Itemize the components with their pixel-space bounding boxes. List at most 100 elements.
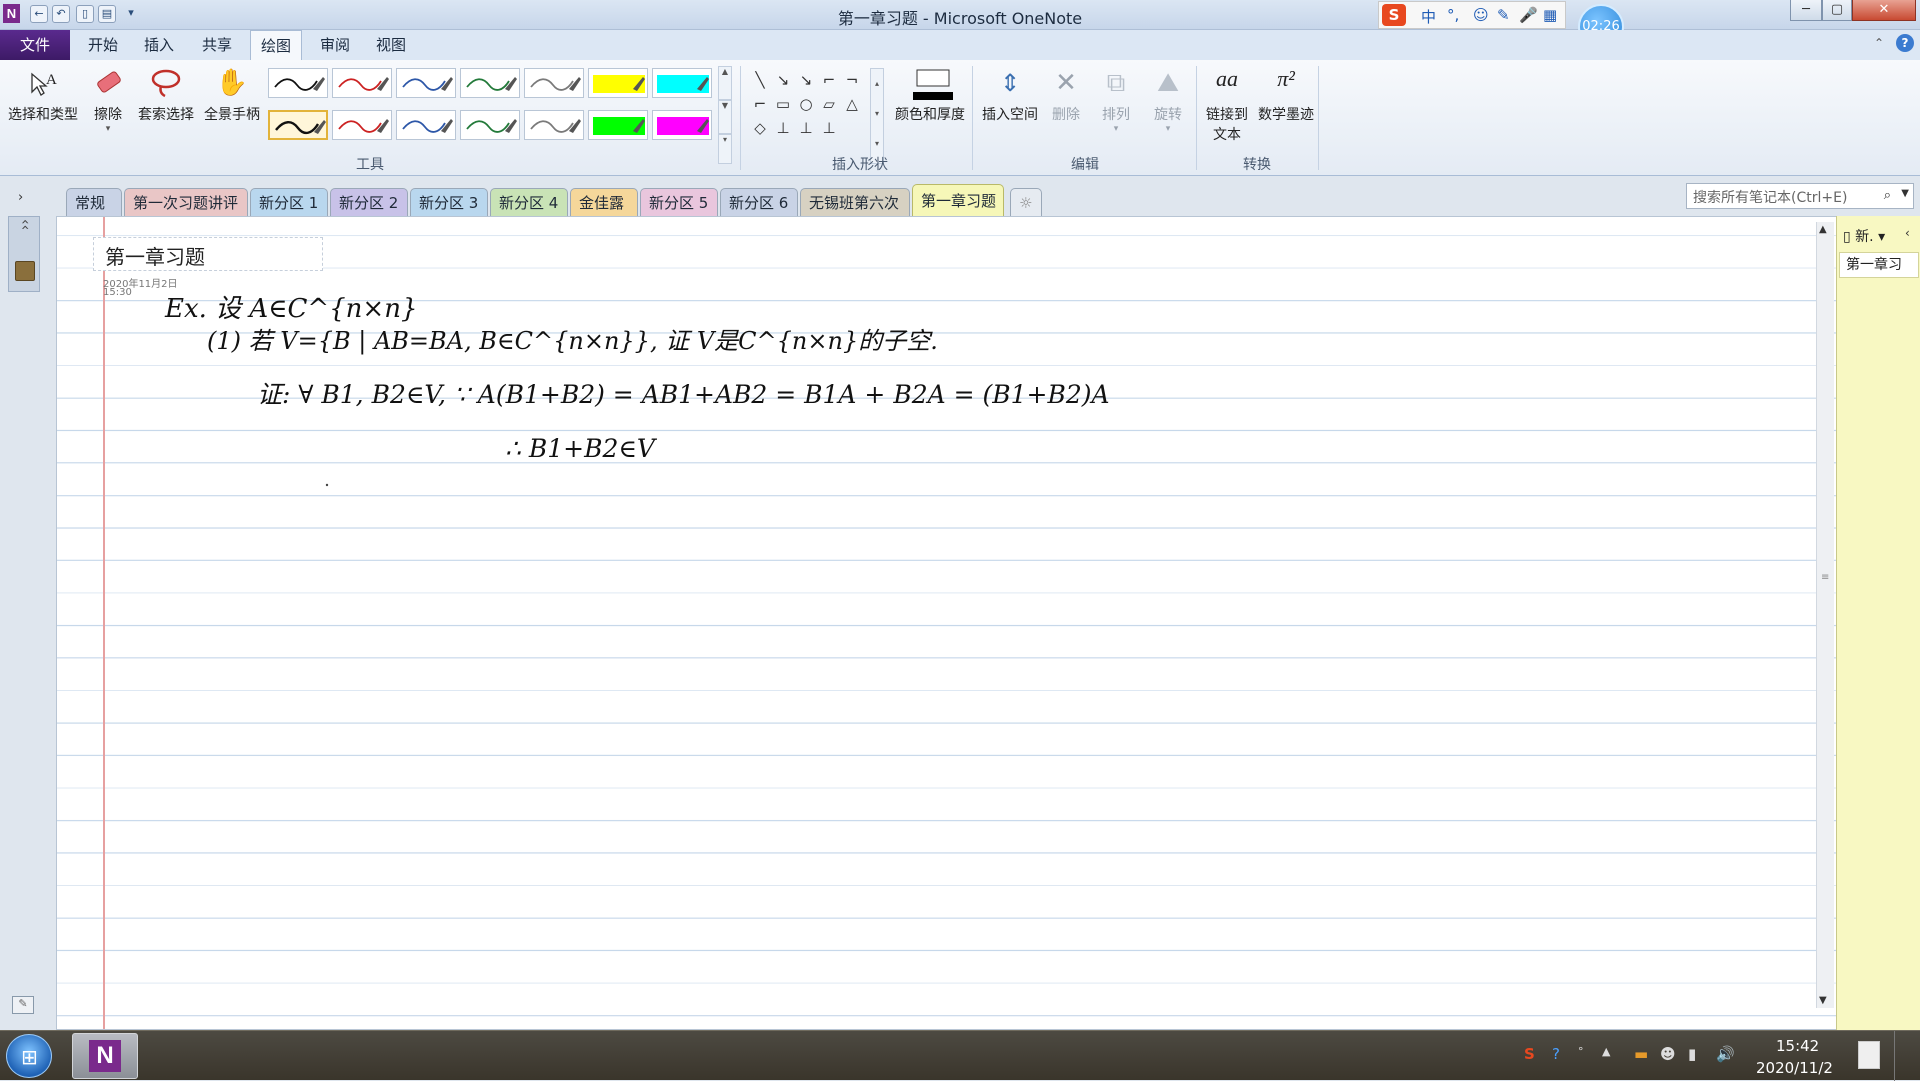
arrange-button[interactable]: ⧉ 排列 ▾	[1096, 66, 1136, 134]
shape-option[interactable]: ⊥	[796, 118, 816, 138]
shape-option[interactable]: ⌐	[750, 94, 770, 114]
close-button[interactable]: ✕	[1852, 0, 1916, 21]
restore-button[interactable]: ▢	[1822, 0, 1852, 21]
highlighter-pen[interactable]	[588, 68, 648, 98]
gallery-scroll-up[interactable]: ▲	[718, 66, 732, 100]
gallery-more[interactable]: ▾	[718, 134, 732, 164]
section-tab[interactable]: 第一次习题讲评	[124, 188, 248, 216]
ink-pen[interactable]	[332, 68, 392, 98]
search-scope-dropdown-icon[interactable]: ▼	[1901, 188, 1909, 199]
new-page-dropdown-icon[interactable]: ▾	[1878, 229, 1885, 245]
tab-draw[interactable]: 绘图	[250, 30, 303, 60]
shape-option[interactable]: △	[842, 94, 862, 114]
tab-insert[interactable]: 插入	[134, 30, 184, 60]
scroll-thumb[interactable]: ≡	[1821, 572, 1829, 583]
handwritten-ink[interactable]: Ex. 设 A∈C^{n×n} (1) 若 V={B | AB=BA, B∈C^…	[57, 217, 1817, 1031]
ime-toolbox-icon[interactable]: ▦	[1543, 6, 1557, 24]
shape-option[interactable]: ↘	[773, 70, 793, 90]
unfiled-notes-icon[interactable]: ✎	[12, 996, 34, 1014]
help-tray-icon[interactable]: ?	[1552, 1045, 1560, 1063]
color-and-thickness-button[interactable]: 颜色和厚度	[890, 66, 970, 124]
section-tab[interactable]: 第一章习题	[912, 184, 1004, 216]
tab-view[interactable]: 视图	[366, 30, 416, 60]
ink-pen[interactable]	[524, 68, 584, 98]
section-tab[interactable]: 常规	[66, 188, 122, 216]
shape-option[interactable]: ○	[796, 94, 816, 114]
ink-pen[interactable]	[396, 110, 456, 140]
tab-file[interactable]: 文件	[0, 30, 70, 60]
section-tab[interactable]: 新分区 2	[330, 188, 408, 216]
collapse-page-list-icon[interactable]: ‹	[1905, 226, 1910, 240]
arrange-dropdown-icon[interactable]: ▾	[1096, 124, 1136, 134]
shape-option[interactable]: ⌐	[819, 70, 839, 90]
ime-punctuation-icon[interactable]: °,	[1447, 6, 1459, 24]
gallery-scroll-down[interactable]: ▼	[718, 100, 732, 134]
taskbar-onenote-button[interactable]: N	[72, 1033, 138, 1079]
section-tab[interactable]: 新分区 5	[640, 188, 718, 216]
section-tab[interactable]: 新分区 3	[410, 188, 488, 216]
section-tab[interactable]: 新分区 6	[720, 188, 798, 216]
rotate-button[interactable]: ⛰ 旋转 ▾	[1148, 66, 1188, 134]
insert-space-button[interactable]: ⇕ 插入空间	[978, 66, 1042, 124]
ime-voice-icon[interactable]: 🎤	[1519, 6, 1538, 24]
eraser-button[interactable]: 擦除 ▾	[88, 66, 128, 134]
ink-pen[interactable]	[460, 68, 520, 98]
shape-option[interactable]: ▭	[773, 94, 793, 114]
search-icon[interactable]: ⌕	[1884, 188, 1891, 203]
lasso-select-button[interactable]: 套索选择	[134, 66, 198, 124]
eraser-dropdown-icon[interactable]: ▾	[88, 124, 128, 134]
sogou-tray-icon[interactable]: S	[1524, 1045, 1535, 1063]
ink-pen[interactable]	[524, 110, 584, 140]
rotate-dropdown-icon[interactable]: ▾	[1148, 124, 1188, 134]
volume-icon[interactable]: 🔊	[1716, 1045, 1735, 1063]
highlighter-pen[interactable]	[588, 110, 648, 140]
notebook-pane-toggle[interactable]: ‹‹	[8, 216, 40, 292]
ink-pen[interactable]	[460, 110, 520, 140]
start-button[interactable]: ⊞	[6, 1034, 52, 1078]
tab-home[interactable]: 开始	[78, 30, 128, 60]
show-hidden-icons-icon[interactable]: ▲	[1602, 1045, 1610, 1058]
tab-review[interactable]: 审阅	[310, 30, 360, 60]
ime-handwriting-icon[interactable]: ✎	[1497, 6, 1510, 24]
section-tab[interactable]: 新分区 1	[250, 188, 328, 216]
tray-clock-date[interactable]: 2020/11/2	[1756, 1059, 1833, 1077]
ink-pen[interactable]	[268, 68, 328, 98]
ink-to-math-button[interactable]: π² 数学墨迹	[1254, 66, 1318, 124]
page-tab[interactable]: 第一章习	[1839, 252, 1919, 278]
ink-pen[interactable]	[332, 110, 392, 140]
minimize-button[interactable]: ─	[1790, 0, 1822, 21]
highlighter-pen[interactable]	[652, 68, 712, 98]
shape-option[interactable]: ⊥	[819, 118, 839, 138]
panning-hand-button[interactable]: ✋ 全景手柄	[200, 66, 264, 124]
section-tab[interactable]: 无锡班第六次	[800, 188, 910, 216]
ime-chinese-mode-icon[interactable]: 中	[1421, 6, 1436, 27]
ime-emoji-icon[interactable]: ☺	[1473, 6, 1489, 24]
expand-navigation-icon[interactable]: ›	[18, 190, 23, 205]
shape-gallery-scroll[interactable]: ▴ ▾ ▾	[870, 68, 884, 164]
scroll-down-arrow-icon[interactable]: ▼	[1819, 995, 1827, 1006]
action-center-icon[interactable]	[1858, 1041, 1880, 1069]
page-vertical-scrollbar[interactable]: ▲ ≡ ▼	[1816, 222, 1834, 1008]
shape-option[interactable]: ▱	[819, 94, 839, 114]
show-desktop-button[interactable]	[1894, 1031, 1920, 1081]
shape-option[interactable]: ¬	[842, 70, 862, 90]
collapse-ribbon-icon[interactable]: ⌃	[1874, 36, 1884, 50]
tab-share[interactable]: 共享	[192, 30, 242, 60]
qq-tray-icon[interactable]: ☻	[1660, 1045, 1676, 1063]
ink-to-text-button[interactable]: aa 链接到 文本	[1200, 66, 1254, 144]
note-page[interactable]: 第一章习题 2020年11月2日 15:30 Ex. 设 A∈C^{n×n} (…	[56, 216, 1842, 1030]
highlighter-pen[interactable]	[652, 110, 712, 140]
add-section-tab[interactable]: ☼	[1010, 188, 1042, 216]
sogou-ime-icon[interactable]: S	[1382, 4, 1406, 26]
shape-option[interactable]: ╲	[750, 70, 770, 90]
ink-pen[interactable]	[396, 68, 456, 98]
section-tab[interactable]: 金佳露	[570, 188, 638, 216]
ink-pen[interactable]	[268, 110, 328, 140]
new-page-button[interactable]: ▯ 新. ▾	[1843, 226, 1885, 246]
search-input[interactable]: 搜索所有笔记本(Ctrl+E) ⌕ ▼	[1686, 183, 1914, 209]
help-icon[interactable]: ?	[1896, 34, 1914, 52]
tray-clock-time[interactable]: 15:42	[1776, 1037, 1819, 1055]
scroll-up-arrow-icon[interactable]: ▲	[1819, 224, 1827, 235]
delete-button[interactable]: ✕ 删除	[1046, 66, 1086, 124]
section-tab[interactable]: 新分区 4	[490, 188, 568, 216]
